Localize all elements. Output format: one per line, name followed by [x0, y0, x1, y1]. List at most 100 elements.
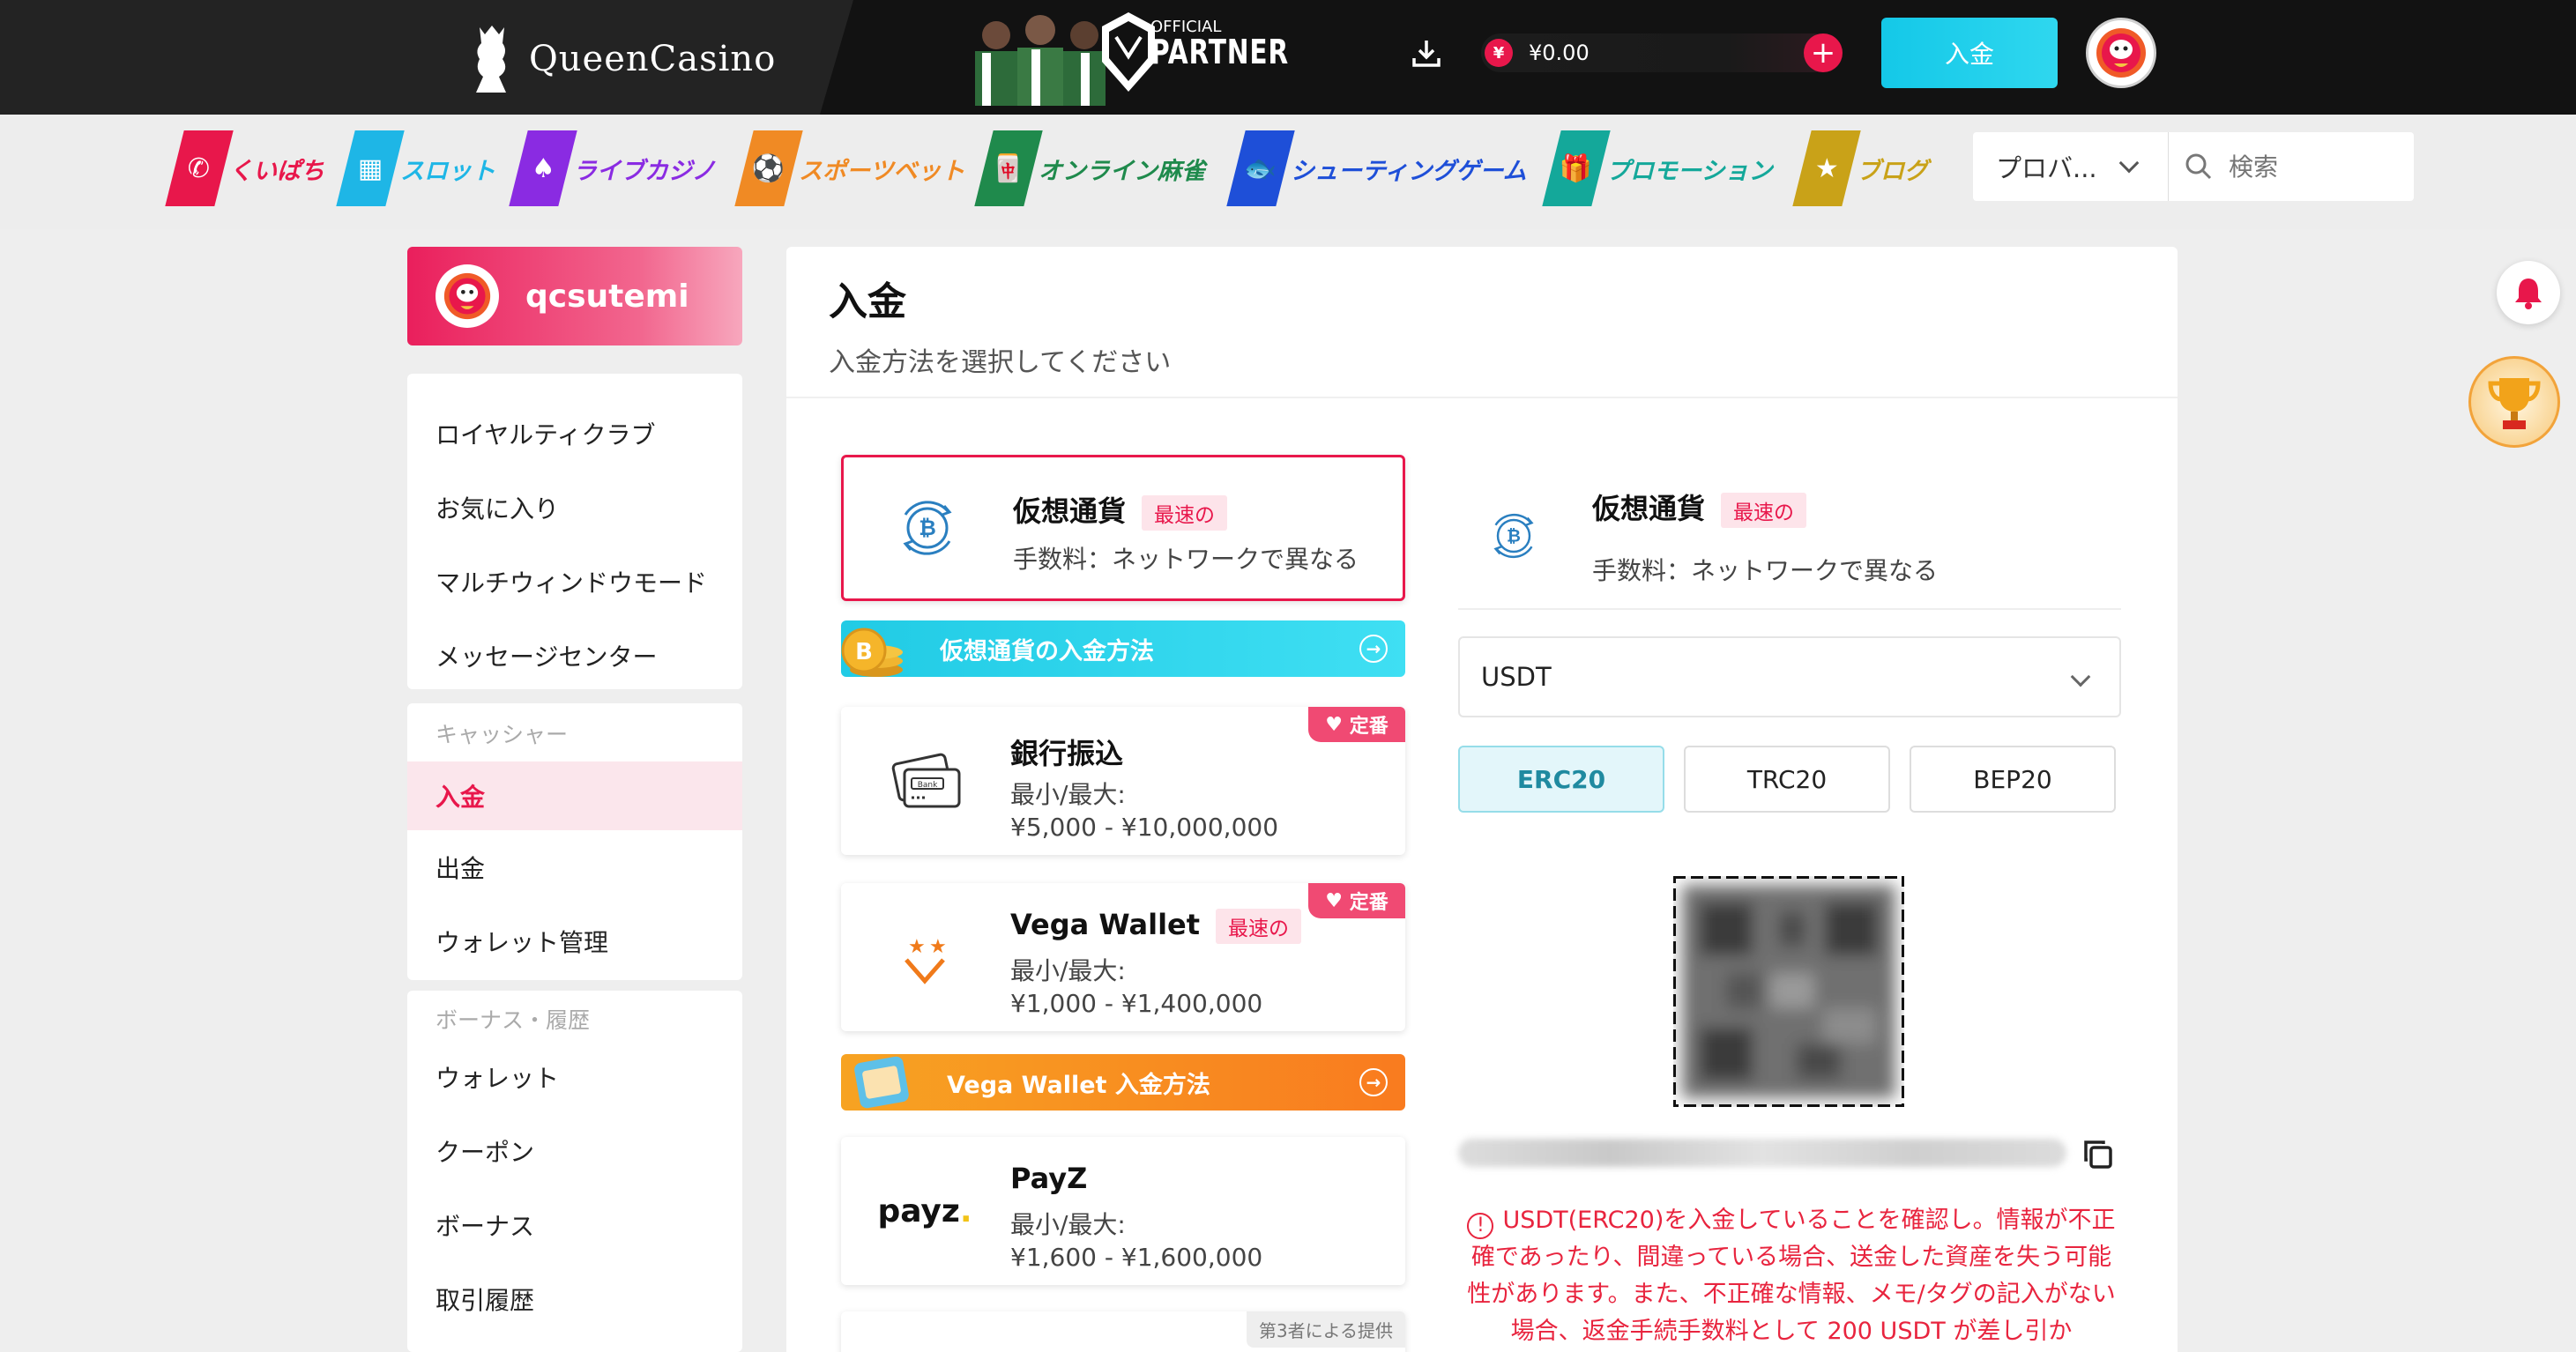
sidebar-heading-cashier: キャッシャー [436, 722, 569, 747]
sidebar-account-menu: ロイヤルティクラブ お気に入り マルチウィンドウモード メッセージセンター [407, 374, 742, 689]
nav-sports-bet[interactable]: ⚽ スポーツベット [734, 130, 964, 206]
arrow-right-icon: → [1359, 1068, 1388, 1096]
detail-method-title: 仮想通貨 最速の [1592, 487, 1807, 528]
method-fee: 手数料：ネットワークで異なる [1013, 545, 1359, 574]
svg-text:★: ★ [908, 936, 926, 958]
svg-text:Bank: Bank [918, 781, 938, 790]
method-title: 仮想通貨 最速の [1013, 489, 1228, 531]
download-icon[interactable] [1409, 35, 1444, 71]
method-crypto[interactable]: ₿ 仮想通貨 最速の 手数料：ネットワークで異なる [841, 455, 1405, 601]
fish-icon: 🐟 [1226, 130, 1295, 206]
gift-icon: 🎁 [1542, 130, 1611, 206]
crypto-exchange-icon: ₿ [903, 501, 952, 555]
crypto-guide-banner[interactable]: B 仮想通貨の入金方法 → [841, 620, 1405, 677]
daruma-avatar-icon [443, 272, 491, 320]
nav-blog[interactable]: ★ ブログ [1792, 130, 1928, 206]
heart-icon: ♥ [1325, 889, 1350, 912]
nav-live-casino[interactable]: ♠ ライブカジノ [509, 130, 715, 206]
svg-text:₿: ₿ [919, 516, 936, 540]
copy-icon[interactable] [2081, 1137, 2116, 1172]
nav-shooting-game[interactable]: 🐟 シューティングゲーム [1226, 130, 1527, 206]
daruma-avatar-icon [2096, 28, 2146, 78]
method-limit-label: 最小/最大: [1010, 956, 1126, 985]
divider [786, 397, 2178, 398]
user-profile-card[interactable]: qcsutemi [407, 247, 742, 345]
method-bank-transfer[interactable]: ♥ 定番 Bank 銀行振込 最小/最大: ¥5,000 - ¥10,000,0… [841, 707, 1405, 855]
yen-icon: ¥ [1485, 39, 1513, 67]
nav-slots[interactable]: ▦ スロット [336, 130, 495, 206]
queen-silhouette-icon [476, 26, 506, 93]
provider-select[interactable]: プロバ... [1973, 132, 2169, 201]
sidebar-item-message-center[interactable]: メッセージセンター [407, 619, 742, 693]
sidebar-item-deposit[interactable]: 入金 [407, 761, 742, 830]
method-title: PayZ [1010, 1162, 1088, 1195]
avatar [436, 264, 499, 328]
search-input[interactable] [2229, 152, 2387, 182]
provider-search-bar: プロバ... [1973, 132, 2414, 201]
fastest-badge: 最速の [1142, 495, 1228, 531]
crypto-exchange-icon: ₿ [1493, 513, 1534, 559]
sidebar-item-favorites[interactable]: お気に入り [407, 471, 742, 545]
method-limit: ¥5,000 - ¥10,000,000 [1010, 813, 1279, 842]
sidebar-item-wallet-management[interactable]: ウォレット管理 [407, 904, 742, 978]
sidebar-item-loyalty-club[interactable]: ロイヤルティクラブ [407, 397, 742, 471]
method-third-party[interactable]: 第3者による提供 [841, 1311, 1405, 1352]
mahjong-tile-icon: 🀄 [974, 130, 1043, 206]
heart-icon: ♥ [1325, 713, 1350, 736]
arrow-right-icon: → [1359, 635, 1388, 663]
divider [1458, 608, 2121, 610]
method-limit: ¥1,600 - ¥1,600,000 [1010, 1243, 1263, 1272]
method-limit: ¥1,000 - ¥1,400,000 [1010, 989, 1263, 1018]
method-payz[interactable]: payz. PayZ 最小/最大: ¥1,600 - ¥1,600,000 [841, 1137, 1405, 1285]
chevron-down-icon [2070, 666, 2091, 687]
balance-amount: ¥0.00 [1529, 41, 1590, 65]
sidebar-heading-bonus: ボーナス・履歴 [436, 1007, 591, 1033]
nav-online-mahjong[interactable]: 🀄 オンライン麻雀 [974, 130, 1205, 206]
method-vega-wallet[interactable]: ♥ 定番 ★ ★ Vega Wallet 最速の 最小/最大: ¥1,000 - … [841, 883, 1405, 1031]
notification-button[interactable] [2497, 261, 2560, 324]
wallet-address-blurred [1458, 1139, 2066, 1167]
banner-label: 仮想通貨の入金方法 [940, 637, 1154, 665]
third-party-badge: 第3者による提供 [1246, 1311, 1405, 1348]
sidebar-item-transaction-history[interactable]: 取引履歴 [407, 1262, 742, 1336]
qr-code-blurred [1673, 876, 1904, 1107]
currency-select[interactable]: USDT [1458, 636, 2121, 717]
sidebar-item-multi-window[interactable]: マルチウィンドウモード [407, 545, 742, 619]
sidebar-item-bonus[interactable]: ボーナス [407, 1188, 742, 1262]
detail-fee: 手数料：ネットワークで異なる [1592, 556, 1939, 585]
vega-guide-banner[interactable]: Vega Wallet 入金方法 → [841, 1054, 1405, 1111]
sidebar-item-withdraw[interactable]: 出金 [407, 830, 742, 904]
favorite-badge: ♥ 定番 [1308, 883, 1405, 918]
fastest-badge: 最速の [1721, 493, 1807, 528]
site-logo[interactable]: QueenCasino [467, 19, 776, 99]
soccer-ball-icon: ⚽ [734, 130, 803, 206]
user-avatar[interactable] [2086, 18, 2156, 88]
alert-circle-icon: ! [1467, 1213, 1494, 1239]
banner-label: Vega Wallet 入金方法 [947, 1071, 1210, 1099]
nav-promotion[interactable]: 🎁 プロモーション [1542, 130, 1772, 206]
chat-bubble-icon: ✆ [165, 130, 234, 206]
deposit-header-button[interactable]: 入金 [1881, 18, 2058, 88]
phone-wallet-icon [854, 1056, 909, 1109]
add-funds-button[interactable]: + [1804, 33, 1843, 72]
sidebar-bonus-menu: ボーナス・履歴 ウォレット クーポン ボーナス 取引履歴 [407, 991, 742, 1352]
trophy-button[interactable] [2468, 356, 2560, 448]
official-partner-label: OFFICIAL PARTNER [1150, 18, 1289, 71]
gold-coins-icon: B [841, 628, 903, 677]
deposit-warning: ! USDT(ERC20)を入金していることを確認し。情報が不正確であったり、間違… [1467, 1207, 2116, 1345]
wallet-balance[interactable]: ¥ ¥0.00 [1481, 33, 1834, 72]
logo-text: QueenCasino [529, 39, 777, 79]
vega-wallet-logo-icon: ★ ★ [905, 936, 947, 984]
network-bep20-button[interactable]: BEP20 [1910, 746, 2116, 813]
slot-machine-icon: ▦ [336, 130, 405, 206]
method-title: 銀行振込 [1010, 737, 1124, 770]
nav-kuipachi[interactable]: ✆ くいぱち [165, 130, 324, 206]
network-erc20-button[interactable]: ERC20 [1458, 746, 1664, 813]
payz-logo-icon: payz. [877, 1192, 972, 1229]
method-limit-label: 最小/最大: [1010, 780, 1126, 809]
svg-text:₿: ₿ [1507, 526, 1521, 546]
network-trc20-button[interactable]: TRC20 [1684, 746, 1890, 813]
sidebar-item-coupon[interactable]: クーポン [407, 1114, 742, 1188]
method-title: Vega Wallet 最速の [1010, 908, 1302, 944]
sidebar-item-wallet[interactable]: ウォレット [407, 1040, 742, 1114]
